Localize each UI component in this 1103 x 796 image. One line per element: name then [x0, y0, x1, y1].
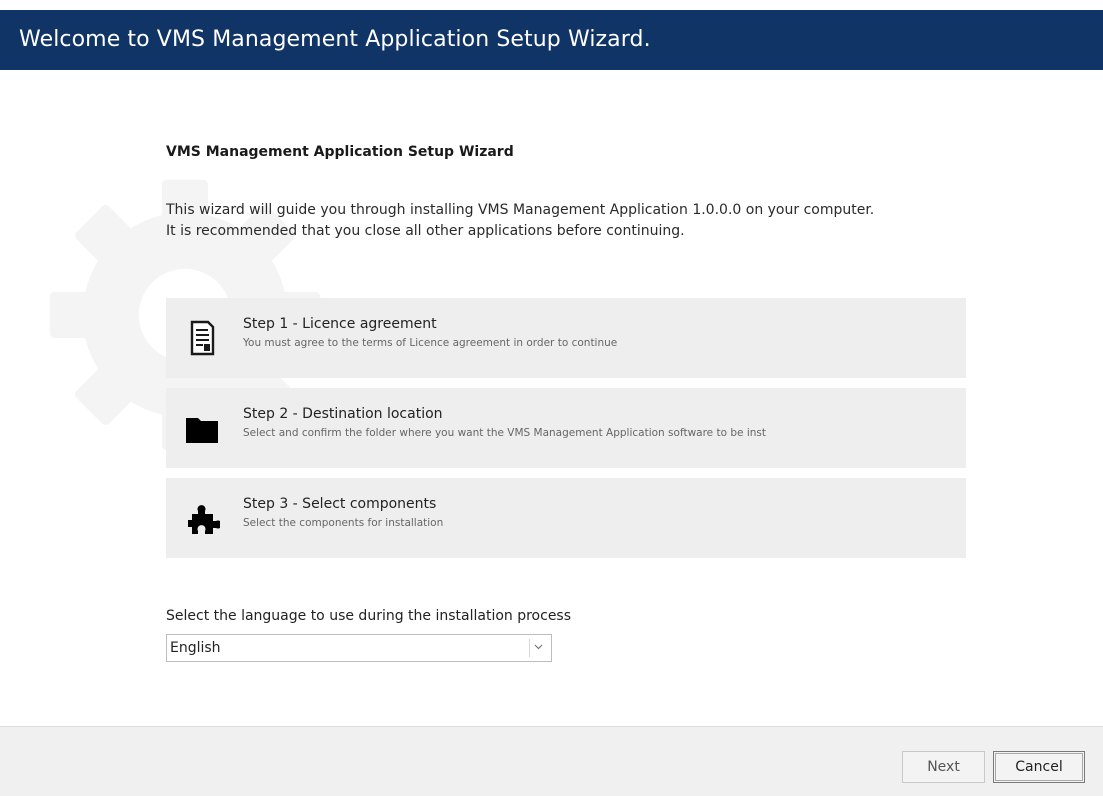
step-description: Select and confirm the folder where you … — [243, 427, 766, 439]
step-title: Step 1 - Licence agreement — [243, 316, 437, 332]
setup-wizard-window: Welcome to VMS Management Application Se… — [0, 0, 1103, 796]
step-title: Step 3 - Select components — [243, 496, 437, 512]
window-title: Welcome to VMS Management Application Se… — [19, 27, 651, 52]
intro-line-2: It is recommended that you close all oth… — [166, 223, 685, 239]
step-licence-agreement: Step 1 - Licence agreement You must agre… — [166, 298, 966, 378]
title-bar: Welcome to VMS Management Application Se… — [0, 10, 1103, 70]
puzzle-icon — [188, 505, 220, 534]
footer-bar: Next Cancel — [0, 726, 1103, 796]
language-select[interactable]: English — [166, 634, 552, 662]
document-icon — [190, 320, 215, 356]
step-title: Step 2 - Destination location — [243, 406, 443, 422]
window-top-edge — [0, 0, 1103, 10]
folder-icon — [186, 418, 218, 443]
next-button[interactable]: Next — [902, 751, 985, 783]
step-select-components: Step 3 - Select components Select the co… — [166, 478, 966, 558]
step-description: Select the components for installation — [243, 517, 444, 529]
steps-list: Step 1 - Licence agreement You must agre… — [166, 298, 966, 568]
wizard-heading: VMS Management Application Setup Wizard — [166, 144, 514, 160]
language-selected-value: English — [170, 640, 221, 656]
chevron-down-icon[interactable] — [529, 639, 547, 657]
language-label: Select the language to use during the in… — [166, 608, 572, 624]
step-destination-location: Step 2 - Destination location Select and… — [166, 388, 966, 468]
intro-line-1: This wizard will guide you through insta… — [166, 202, 875, 218]
intro-text: This wizard will guide you through insta… — [166, 200, 946, 242]
step-description: You must agree to the terms of Licence a… — [243, 337, 618, 349]
cancel-button[interactable]: Cancel — [993, 751, 1085, 783]
